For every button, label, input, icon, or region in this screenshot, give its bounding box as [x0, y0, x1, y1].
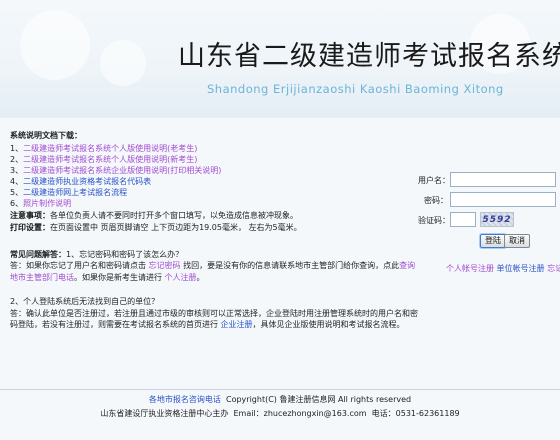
- docs-heading: 系统说明文档下载：: [10, 131, 82, 140]
- doc-item: 1、二级建造师考试报名系统个人版使用说明(老考生): [10, 143, 420, 154]
- note-text: 各单位负责人请不要同时打开多个窗口填写，以免造成信息被冲现象。: [50, 211, 298, 220]
- personal-register-button[interactable]: 个人帐号注册: [446, 264, 494, 273]
- doc-item-number: 3、: [10, 166, 24, 175]
- doc-download-link[interactable]: 二级建造师执业资格考试报名代码表: [23, 177, 151, 186]
- forgot-password-link[interactable]: 忘记密码: [149, 261, 181, 270]
- password-label: 密码：: [424, 196, 448, 205]
- footer-divider: [0, 389, 560, 390]
- print-text: 在页面设置中 页眉页脚请空 上下页边距为19.05毫米， 左右为5毫米。: [50, 223, 302, 232]
- copyright-text: Copyright(C) 鲁建注册信息网 All rights reserved: [225, 395, 412, 404]
- faq-question-1: 1、忘记密码和密码了该怎么办？: [66, 250, 184, 259]
- doc-item-number: 1、: [10, 144, 24, 153]
- note-attention: 注意事项：各单位负责人请不要同时打开多个窗口填写，以免造成信息被冲现象。: [10, 210, 420, 221]
- docs-list: 1、二级建造师考试报名系统个人版使用说明(老考生) 2、二级建造师考试报名系统个人…: [10, 143, 420, 209]
- username-input[interactable]: [450, 172, 556, 187]
- answer-text: ，具体见企业版使用说明和考试报名流程。: [252, 320, 405, 329]
- faq-answer-2: 答：确认此单位是否注册过，若注册且通过市级的审核则可以正常选择，企业登陆时用注册…: [10, 308, 420, 331]
- banner-decoration: [100, 40, 146, 86]
- forgot-password-button[interactable]: 忘记密码: [547, 264, 560, 273]
- faq-section: 常见问题解答：1、忘记密码和密码了该怎么办？: [10, 249, 420, 260]
- login-button[interactable]: 登陆: [480, 234, 506, 248]
- doc-download-link[interactable]: 二级建造师网上考试报名流程: [23, 188, 127, 197]
- tel-text: 电话：0531-62361189: [371, 409, 460, 418]
- answer-text: 。: [196, 272, 205, 282]
- captcha-input[interactable]: [450, 212, 476, 227]
- host-text: 山东省建设厅执业资格注册中心主办: [100, 409, 229, 418]
- unit-register-button[interactable]: 单位帐号注册: [497, 264, 545, 273]
- personal-register-link[interactable]: 个人注册: [165, 273, 197, 282]
- note-label: 注意事项：: [10, 211, 50, 220]
- banner-decoration: [20, 10, 90, 80]
- phone-list-link[interactable]: 各地市报名咨询电话: [149, 395, 221, 404]
- doc-item: 6、照片制作说明: [10, 198, 420, 209]
- captcha-image[interactable]: 5592: [480, 212, 514, 227]
- password-input[interactable]: [450, 192, 556, 207]
- answer-text: 。如果你是新考生请进行: [74, 272, 165, 282]
- button-row: 登陆 取消: [418, 234, 558, 250]
- doc-download-link[interactable]: 照片制作说明: [23, 199, 71, 208]
- doc-item-number: 6、: [10, 199, 24, 208]
- header-banner: 山东省二级建造师考试报名系统 Shandong Erjijianzaoshi K…: [0, 0, 560, 118]
- username-label: 用户名：: [418, 176, 450, 185]
- password-row: 密码：: [418, 192, 558, 208]
- faq-answer-1: 答：如果你忘记了用户名和密码请点击 忘记密码 找回，要是没有你的信息请联系地市主…: [10, 260, 420, 283]
- doc-item: 4、二级建造师执业资格考试报名代码表: [10, 176, 420, 187]
- doc-item-number: 5、: [10, 188, 24, 197]
- cancel-button[interactable]: 取消: [504, 234, 530, 248]
- print-label: 打印设置：: [10, 223, 50, 232]
- faq-heading: 常见问题解答：: [10, 250, 66, 259]
- answer-text: 找回，要是没有你的信息请联系地市主管部门给你查询，点此: [180, 261, 400, 270]
- email-text: Email：zhucezhongxin@163.com: [233, 409, 367, 418]
- page-subtitle: Shandong Erjijianzaoshi Kaoshi Baoming X…: [207, 82, 504, 96]
- footer-line-2: 山东省建设厅执业资格注册中心主办 Email：zhucezhongxin@163…: [0, 407, 560, 421]
- captcha-label: 验证码：: [418, 216, 450, 225]
- doc-item-number: 4、: [10, 177, 24, 186]
- captcha-row: 验证码： 5592: [418, 212, 558, 228]
- username-row: 用户名：: [418, 172, 558, 188]
- page-title: 山东省二级建造师考试报名系统: [178, 41, 560, 72]
- doc-download-link[interactable]: 二级建造师考试报名系统企业版使用说明(打印相关说明): [23, 166, 221, 175]
- answer-text: 答：如果你忘记了用户名和密码请点击: [10, 261, 149, 270]
- doc-item: 2、二级建造师考试报名系统个人版使用说明(新考生): [10, 154, 420, 165]
- doc-download-link[interactable]: 二级建造师考试报名系统个人版使用说明(新考生): [23, 155, 197, 164]
- note-print: 打印设置：在页面设置中 页眉页脚请空 上下页边距为19.05毫米， 左右为5毫米…: [10, 222, 420, 233]
- doc-item: 3、二级建造师考试报名系统企业版使用说明(打印相关说明): [10, 165, 420, 176]
- footer: 各地市报名咨询电话 Copyright(C) 鲁建注册信息网 All right…: [0, 393, 560, 421]
- doc-item: 5、二级建造师网上考试报名流程: [10, 187, 420, 198]
- doc-item-number: 2、: [10, 155, 24, 164]
- register-links: 个人帐号注册 单位帐号注册 忘记密码: [446, 263, 560, 274]
- company-register-link[interactable]: 企业注册: [221, 320, 253, 329]
- faq-question-2: 2、个人登陆系统后无法找到自己的单位？: [10, 297, 160, 306]
- footer-line-1: 各地市报名咨询电话 Copyright(C) 鲁建注册信息网 All right…: [0, 393, 560, 407]
- main-content: 系统说明文档下载： 1、二级建造师考试报名系统个人版使用说明(老考生) 2、二级建…: [10, 130, 420, 331]
- doc-download-link[interactable]: 二级建造师考试报名系统个人版使用说明(老考生): [23, 144, 197, 153]
